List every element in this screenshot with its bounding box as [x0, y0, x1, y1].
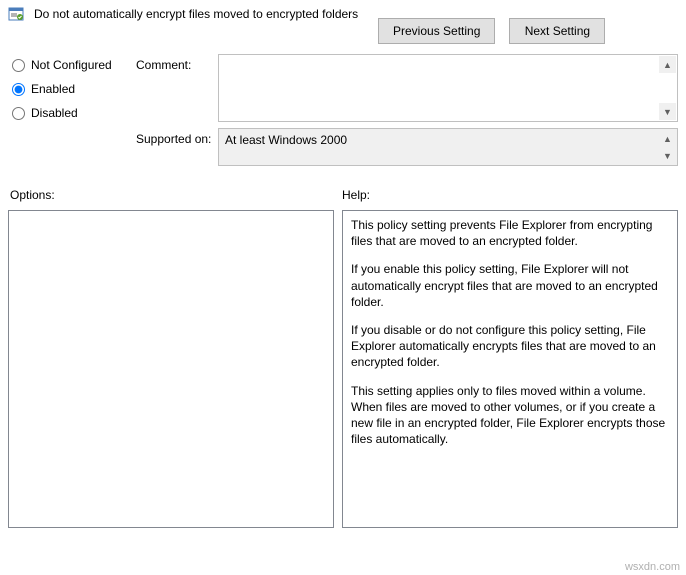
help-paragraph: If you enable this policy setting, File … — [351, 261, 669, 310]
help-section-label: Help: — [342, 188, 370, 202]
scroll-up-icon[interactable]: ▲ — [659, 56, 676, 73]
state-radio-group: Not Configured Enabled Disabled — [8, 54, 136, 172]
watermark: wsxdn.com — [625, 561, 680, 573]
radio-not-configured[interactable]: Not Configured — [12, 58, 136, 72]
help-panel: This policy setting prevents File Explor… — [342, 210, 678, 528]
next-setting-button[interactable]: Next Setting — [509, 18, 605, 44]
radio-not-configured-input[interactable] — [12, 59, 25, 72]
scroll-down-icon[interactable]: ▼ — [659, 147, 676, 164]
help-paragraph: This policy setting prevents File Explor… — [351, 217, 669, 249]
radio-disabled[interactable]: Disabled — [12, 106, 136, 120]
supported-on-box: At least Windows 2000 ▲ ▼ — [218, 128, 678, 166]
radio-disabled-label: Disabled — [31, 106, 78, 120]
radio-enabled-label: Enabled — [31, 82, 75, 96]
scroll-up-icon[interactable]: ▲ — [659, 130, 676, 147]
comment-label: Comment: — [136, 54, 218, 122]
radio-not-configured-label: Not Configured — [31, 58, 112, 72]
radio-disabled-input[interactable] — [12, 107, 25, 120]
policy-title: Do not automatically encrypt files moved… — [32, 7, 358, 21]
help-paragraph: This setting applies only to files moved… — [351, 383, 669, 448]
radio-enabled[interactable]: Enabled — [12, 82, 136, 96]
options-panel — [8, 210, 334, 528]
scroll-down-icon[interactable]: ▼ — [659, 103, 676, 120]
supported-on-label: Supported on: — [136, 128, 218, 166]
help-paragraph: If you disable or do not configure this … — [351, 322, 669, 371]
policy-icon — [8, 6, 24, 22]
comment-textarea[interactable]: ▲ ▼ — [218, 54, 678, 122]
previous-setting-button[interactable]: Previous Setting — [378, 18, 495, 44]
radio-enabled-input[interactable] — [12, 83, 25, 96]
supported-on-value: At least Windows 2000 — [225, 133, 347, 147]
options-section-label: Options: — [8, 188, 342, 202]
